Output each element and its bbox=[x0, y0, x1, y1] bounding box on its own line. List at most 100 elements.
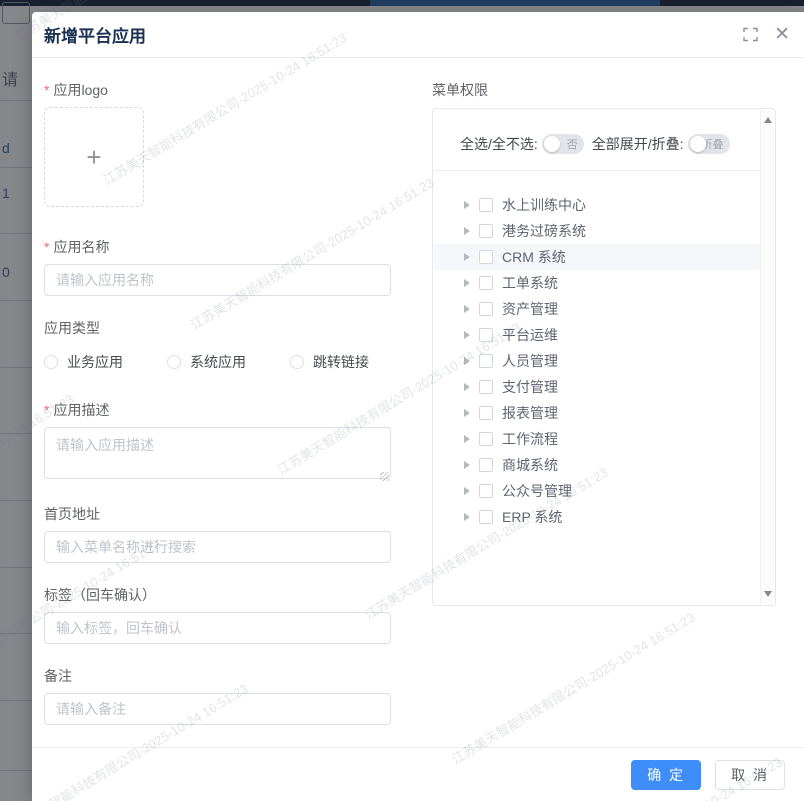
checkbox[interactable] bbox=[479, 380, 493, 394]
confirm-button[interactable]: 确 定 bbox=[631, 760, 701, 790]
app-description-label: * 应用描述 bbox=[44, 400, 391, 420]
tree-row[interactable]: 工单系统 bbox=[464, 270, 760, 296]
chevron-right-icon[interactable] bbox=[464, 305, 470, 313]
chevron-right-icon[interactable] bbox=[464, 487, 470, 495]
remark-input[interactable] bbox=[44, 693, 391, 725]
chevron-right-icon[interactable] bbox=[464, 513, 470, 521]
dialog-header: 新增平台应用 ✕ bbox=[32, 12, 804, 58]
tree-row[interactable]: 人员管理 bbox=[464, 348, 760, 374]
scroll-down-icon[interactable] bbox=[761, 586, 775, 602]
expand-all-toggle[interactable]: 折叠 bbox=[688, 134, 730, 154]
app-description-textarea[interactable] bbox=[44, 427, 391, 479]
fullscreen-icon[interactable] bbox=[743, 27, 758, 42]
checkbox[interactable] bbox=[479, 276, 493, 290]
tree-row-label: 商城系统 bbox=[502, 455, 558, 475]
chevron-right-icon[interactable] bbox=[464, 409, 470, 417]
required-mark: * bbox=[44, 402, 49, 418]
radio-circle-icon bbox=[290, 355, 304, 369]
logo-upload-box[interactable]: + bbox=[44, 107, 144, 207]
tree-row-label: 报表管理 bbox=[502, 403, 558, 423]
tags-label: 标签（回车确认） bbox=[44, 585, 391, 605]
tree-scrollbar[interactable] bbox=[760, 110, 774, 604]
radio-jump-link[interactable]: 跳转链接 bbox=[290, 352, 369, 372]
checkbox[interactable] bbox=[479, 198, 493, 212]
tree-row[interactable]: 工作流程 bbox=[464, 426, 760, 452]
chevron-right-icon[interactable] bbox=[464, 435, 470, 443]
tree-row[interactable]: ERP 系统 bbox=[464, 504, 760, 530]
close-icon[interactable]: ✕ bbox=[774, 25, 790, 44]
toggle-knob bbox=[690, 136, 706, 152]
chevron-right-icon[interactable] bbox=[464, 383, 470, 391]
dialog-title: 新增平台应用 bbox=[44, 22, 146, 47]
plus-icon: + bbox=[86, 142, 101, 173]
checkbox[interactable] bbox=[479, 510, 493, 524]
menu-permission-section: 菜单权限 全选/全不选: 否 全部展开/折叠: 折叠 bbox=[432, 80, 776, 725]
check-all-label: 全选/全不选: bbox=[460, 134, 538, 154]
tree-row-label: 平台运维 bbox=[502, 325, 558, 345]
tree-row[interactable]: 公众号管理 bbox=[464, 478, 760, 504]
app-form: * 应用logo + * 应用名称 应用类型 业务应用 bbox=[44, 80, 391, 725]
menu-permission-panel: 全选/全不选: 否 全部展开/折叠: 折叠 bbox=[432, 108, 776, 606]
scroll-up-icon[interactable] bbox=[761, 112, 775, 128]
checkbox[interactable] bbox=[479, 432, 493, 446]
toggle-knob bbox=[544, 136, 560, 152]
checkbox[interactable] bbox=[479, 406, 493, 420]
tree-row[interactable]: 资产管理 bbox=[464, 296, 760, 322]
radio-circle-icon bbox=[44, 355, 58, 369]
checkbox[interactable] bbox=[479, 328, 493, 342]
tree-row-label: 工单系统 bbox=[502, 273, 558, 293]
required-mark: * bbox=[44, 239, 49, 255]
homepage-input[interactable] bbox=[44, 531, 391, 563]
remark-label: 备注 bbox=[44, 666, 391, 686]
chevron-right-icon[interactable] bbox=[464, 253, 470, 261]
checkbox[interactable] bbox=[479, 224, 493, 238]
expand-all-label: 全部展开/折叠: bbox=[592, 134, 684, 154]
tree-row[interactable]: 港务过磅系统 bbox=[464, 218, 760, 244]
tree-row[interactable]: CRM 系统 bbox=[434, 244, 760, 270]
menu-permission-label: 菜单权限 bbox=[432, 80, 776, 100]
chevron-right-icon[interactable] bbox=[464, 201, 470, 209]
cancel-button[interactable]: 取 消 bbox=[715, 760, 785, 790]
tree-row-label: 支付管理 bbox=[502, 377, 558, 397]
tree-row-label: 工作流程 bbox=[502, 429, 558, 449]
tree-row[interactable]: 商城系统 bbox=[464, 452, 760, 478]
tree-row-label: 公众号管理 bbox=[502, 481, 572, 501]
app-name-input[interactable] bbox=[44, 264, 391, 296]
app-name-label: * 应用名称 bbox=[44, 237, 391, 257]
tags-input[interactable] bbox=[44, 612, 391, 644]
checkbox[interactable] bbox=[479, 458, 493, 472]
radio-business-app[interactable]: 业务应用 bbox=[44, 352, 123, 372]
app-type-radios: 业务应用 系统应用 跳转链接 bbox=[44, 352, 391, 372]
textarea-resize-handle[interactable] bbox=[380, 472, 389, 481]
tree-toolbar: 全选/全不选: 否 全部展开/折叠: 折叠 bbox=[434, 110, 760, 154]
menu-tree: 水上训练中心 港务过磅系统 bbox=[434, 171, 760, 530]
required-mark: * bbox=[44, 82, 49, 98]
radio-circle-icon bbox=[167, 355, 181, 369]
checkbox[interactable] bbox=[479, 484, 493, 498]
chevron-right-icon[interactable] bbox=[464, 279, 470, 287]
checkbox[interactable] bbox=[479, 250, 493, 264]
tree-row-label: 人员管理 bbox=[502, 351, 558, 371]
chevron-right-icon[interactable] bbox=[464, 461, 470, 469]
tree-row[interactable]: 水上训练中心 bbox=[464, 192, 760, 218]
tree-row-label: CRM 系统 bbox=[502, 247, 566, 267]
check-all-toggle[interactable]: 否 bbox=[542, 134, 584, 154]
radio-system-app[interactable]: 系统应用 bbox=[167, 352, 246, 372]
checkbox[interactable] bbox=[479, 302, 493, 316]
dialog-footer: 确 定 取 消 bbox=[32, 747, 804, 801]
app-type-label: 应用类型 bbox=[44, 318, 391, 338]
tree-row-label: 资产管理 bbox=[502, 299, 558, 319]
chevron-right-icon[interactable] bbox=[464, 331, 470, 339]
tree-row-label: ERP 系统 bbox=[502, 507, 562, 527]
tree-row[interactable]: 平台运维 bbox=[464, 322, 760, 348]
tree-row[interactable]: 报表管理 bbox=[464, 400, 760, 426]
checkbox[interactable] bbox=[479, 354, 493, 368]
tree-row[interactable]: 支付管理 bbox=[464, 374, 760, 400]
chevron-right-icon[interactable] bbox=[464, 357, 470, 365]
tree-row-label: 水上训练中心 bbox=[502, 195, 586, 215]
tree-row-label: 港务过磅系统 bbox=[502, 221, 586, 241]
logo-label: * 应用logo bbox=[44, 80, 391, 100]
chevron-right-icon[interactable] bbox=[464, 227, 470, 235]
homepage-label: 首页地址 bbox=[44, 504, 391, 524]
dialog-body: * 应用logo + * 应用名称 应用类型 业务应用 bbox=[32, 58, 804, 725]
